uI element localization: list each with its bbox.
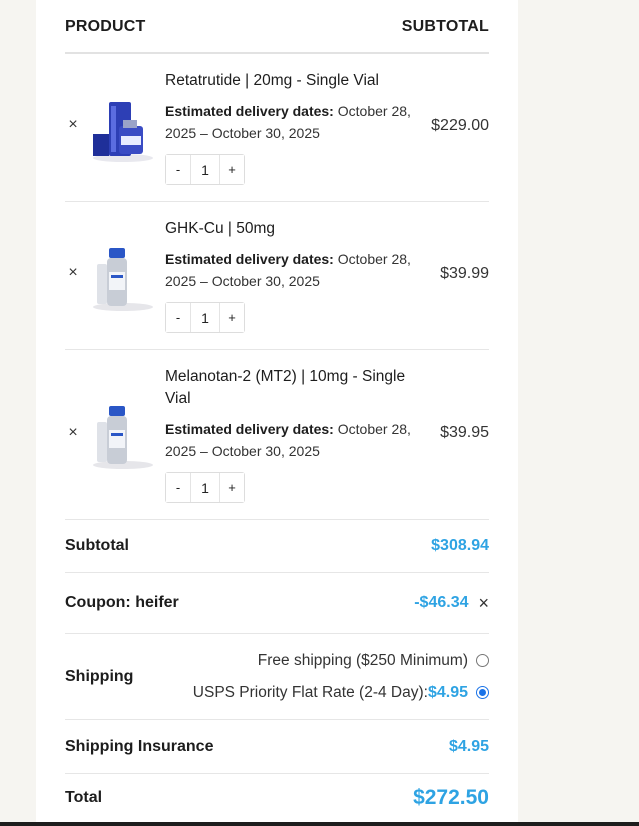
coupon-row: Coupon: heifer -$46.34 × (65, 573, 489, 634)
cart-item-row: × Melanotan-2 (MT2) | 10mg - Single Vial… (65, 350, 489, 520)
qty-input[interactable] (190, 473, 220, 502)
delivery-estimate: Estimated delivery dates: October 28, 20… (165, 249, 427, 292)
cart-table-header: PRODUCT SUBTOTAL (65, 0, 489, 54)
product-thumbnail (89, 402, 157, 470)
coupon-amount-group: -$46.34 × (414, 593, 489, 614)
insurance-row: Shipping Insurance $4.95 (65, 720, 489, 774)
shipping-option-label: Free shipping ($250 Minimum) (257, 651, 468, 669)
item-details: Melanotan-2 (MT2) | 10mg - Single Vial E… (165, 366, 427, 503)
item-details: Retatrutide | 20mg - Single Vial Estimat… (165, 70, 427, 185)
shipping-option-free[interactable]: Free shipping ($250 Minimum) (193, 645, 489, 677)
shipping-radio-free[interactable] (476, 654, 489, 667)
shipping-option-price: $4.95 (427, 683, 468, 701)
delivery-estimate: Estimated delivery dates: October 28, 20… (165, 101, 427, 144)
product-thumbnail (89, 244, 157, 312)
shipping-radio-usps[interactable] (476, 686, 489, 699)
remove-item-button[interactable]: × (65, 424, 81, 442)
shipping-label: Shipping (65, 667, 134, 685)
total-label: Total (65, 789, 103, 806)
order-total-row: Total $272.50 (65, 774, 489, 822)
qty-increment-button[interactable]: + (220, 473, 244, 502)
item-name-link[interactable]: GHK-Cu | 50mg (165, 218, 427, 240)
qty-input[interactable] (190, 303, 220, 332)
cart-panel: PRODUCT SUBTOTAL × Retatrutide | 20mg - … (36, 0, 518, 822)
coupon-discount-value: -$46.34 (414, 594, 469, 611)
quantity-stepper: - + (165, 472, 245, 503)
shipping-option-usps[interactable]: USPS Priority Flat Rate (2-4 Day): $4.95 (193, 677, 489, 709)
product-column-header: PRODUCT (65, 18, 146, 35)
subtotal-column-header: SUBTOTAL (401, 18, 489, 35)
item-name-link[interactable]: Retatrutide | 20mg - Single Vial (165, 70, 427, 92)
qty-decrement-button[interactable]: - (166, 155, 190, 184)
subtotal-row: Subtotal $308.94 (65, 520, 489, 573)
item-details: GHK-Cu | 50mg Estimated delivery dates: … (165, 218, 427, 333)
delivery-label: Estimated delivery dates: (165, 103, 334, 119)
delivery-label: Estimated delivery dates: (165, 251, 334, 267)
qty-decrement-button[interactable]: - (166, 473, 190, 502)
insurance-value: $4.95 (448, 737, 489, 755)
item-subtotal: $39.95 (440, 424, 489, 441)
quantity-stepper: - + (165, 302, 245, 333)
shipping-option-label: USPS Priority Flat Rate (2-4 Day): (192, 683, 428, 701)
coupon-label: Coupon: heifer (65, 594, 179, 611)
delivery-estimate: Estimated delivery dates: October 28, 20… (165, 419, 427, 462)
subtotal-label: Subtotal (65, 537, 129, 554)
total-value: $272.50 (413, 786, 489, 809)
remove-item-button[interactable]: × (65, 264, 81, 282)
product-thumbnail (89, 96, 157, 164)
item-name-link[interactable]: Melanotan-2 (MT2) | 10mg - Single Vial (165, 366, 427, 410)
cart-item-row: × GHK-Cu | 50mg Estimated delivery dates… (65, 202, 489, 350)
shipping-methods: Free shipping ($250 Minimum) USPS Priori… (193, 645, 489, 709)
quantity-stepper: - + (165, 154, 245, 185)
item-subtotal: $229.00 (431, 117, 489, 134)
delivery-label: Estimated delivery dates: (165, 421, 334, 437)
qty-input[interactable] (190, 155, 220, 184)
subtotal-value: $308.94 (431, 537, 489, 554)
insurance-label: Shipping Insurance (65, 737, 214, 755)
qty-decrement-button[interactable]: - (166, 303, 190, 332)
qty-increment-button[interactable]: + (220, 155, 244, 184)
remove-coupon-button[interactable]: × (478, 593, 489, 614)
bottom-edge-bar (0, 822, 639, 826)
item-subtotal: $39.99 (440, 265, 489, 282)
remove-item-button[interactable]: × (65, 116, 81, 134)
cart-item-row: × Retatrutide | 20mg - Single Vial Estim… (65, 54, 489, 202)
shipping-row: Shipping Free shipping ($250 Minimum) US… (65, 634, 489, 720)
qty-increment-button[interactable]: + (220, 303, 244, 332)
